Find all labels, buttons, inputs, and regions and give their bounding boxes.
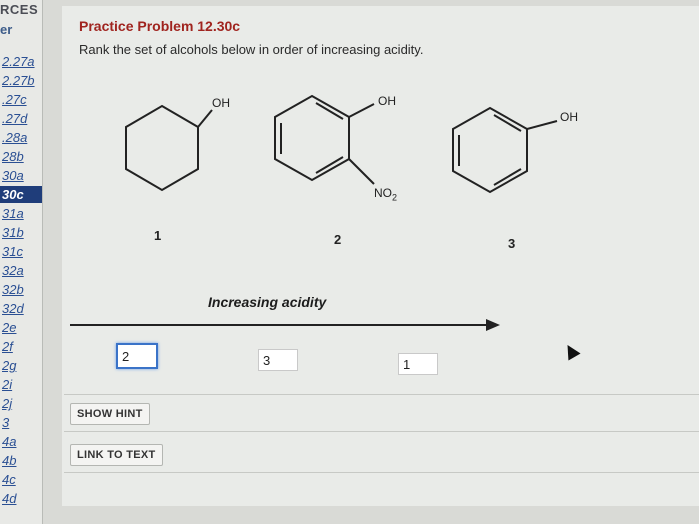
sidebar-item-2j[interactable]: 2j: [0, 395, 42, 412]
rank-input-1[interactable]: [116, 343, 158, 369]
sidebar-item-28b[interactable]: 28b: [0, 148, 42, 165]
show-hint-button[interactable]: SHOW HINT: [70, 403, 150, 425]
sidebar-item-31c[interactable]: 31c: [0, 243, 42, 260]
sidebar-item-2i[interactable]: 2i: [0, 376, 42, 393]
sidebar-item-2e[interactable]: 2e: [0, 319, 42, 336]
rank-input-3[interactable]: [398, 353, 438, 375]
c-oh-bond-1: [197, 109, 213, 128]
acidity-arrow-head: [486, 319, 500, 331]
acidity-arrow-line: [70, 324, 488, 326]
resources-sidebar: RCES er 2.27a 2.27b .27c .27d .28a 28b 30a 30c 3…: [0, 0, 43, 524]
molecule-1-cyclohexanol: [125, 94, 558, 194]
link-row: LINK TO TEXT: [64, 436, 699, 473]
sidebar-item-4c[interactable]: 4c: [0, 471, 42, 488]
sidebar-item-2f[interactable]: 2f: [0, 338, 42, 355]
sidebar-item-30a[interactable]: 30a: [0, 167, 42, 184]
c-oh-bond-3: [526, 120, 558, 130]
no2-subscript: 2: [392, 192, 398, 203]
molecule-2-no2-label: NO2: [374, 186, 397, 202]
hint-row: SHOW HINT: [64, 394, 699, 432]
sidebar-item-28a[interactable]: .28a: [0, 129, 42, 146]
rank-input-2[interactable]: [258, 349, 298, 371]
c-oh-bond-2: [348, 103, 375, 118]
sidebar-item-27d[interactable]: .27d: [0, 110, 42, 127]
c-no2-bond: [348, 158, 375, 185]
increasing-acidity-label: Increasing acidity: [208, 294, 327, 310]
no2-text: NO: [374, 186, 392, 200]
sidebar-item-4d[interactable]: 4d: [0, 490, 42, 507]
molecule-2-nitrophenol: [274, 94, 375, 185]
molecule-1-oh-label: OH: [212, 96, 230, 110]
sidebar-item-227b[interactable]: 2.27b: [0, 72, 42, 89]
sidebar-item-3[interactable]: 3: [0, 414, 42, 431]
molecule-1-number: 1: [154, 228, 162, 243]
sidebar-item-4a[interactable]: 4a: [0, 433, 42, 450]
sidebar-item-227a[interactable]: 2.27a: [0, 53, 42, 70]
sidebar-subheader: er: [0, 22, 13, 37]
sidebar-item-30c[interactable]: 30c: [0, 186, 42, 203]
sidebar-item-32d[interactable]: 32d: [0, 300, 42, 317]
sidebar-item-32a[interactable]: 32a: [0, 262, 42, 279]
sidebar-item-32b[interactable]: 32b: [0, 281, 42, 298]
molecule-2-oh-label: OH: [378, 94, 396, 108]
problem-panel: Practice Problem 12.30c Rank the set of …: [62, 6, 699, 506]
sidebar-item-4b[interactable]: 4b: [0, 452, 42, 469]
sidebar-item-2g[interactable]: 2g: [0, 357, 42, 374]
molecule-3-oh-label: OH: [560, 110, 578, 124]
molecule-3-phenol: [452, 106, 558, 194]
molecule-2-number: 2: [334, 232, 342, 247]
molecule-3-number: 3: [508, 236, 516, 251]
benzene-ring-2: [274, 94, 350, 182]
sidebar-item-31b[interactable]: 31b: [0, 224, 42, 241]
link-to-text-button[interactable]: LINK TO TEXT: [70, 444, 163, 466]
sidebar-item-27c[interactable]: .27c: [0, 91, 42, 108]
sidebar-item-31a[interactable]: 31a: [0, 205, 42, 222]
sidebar-header: RCES: [0, 2, 39, 17]
cyclohexane-ring: [125, 104, 199, 192]
benzene-ring-3: [452, 106, 528, 194]
